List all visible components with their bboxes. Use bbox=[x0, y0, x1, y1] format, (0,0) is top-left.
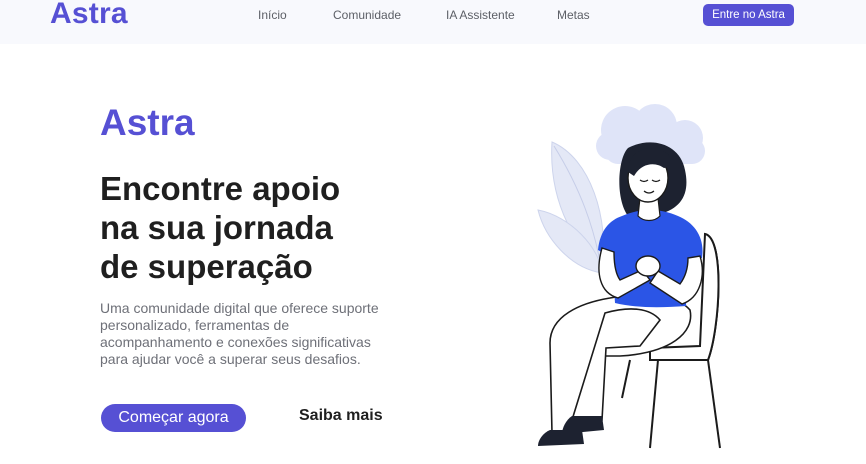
plant-leaves-icon bbox=[537, 141, 605, 275]
hero-heading-line: na sua jornada bbox=[100, 209, 333, 246]
hero-heading-line: de superação bbox=[100, 248, 313, 285]
hero-heading: Encontre apoio na sua jornada de superaç… bbox=[100, 169, 420, 286]
hero-brand-title: Astra bbox=[100, 102, 195, 143]
woman-sitting-illustration bbox=[537, 104, 721, 449]
hero-heading-line: Encontre apoio bbox=[100, 170, 341, 207]
enter-astra-button[interactable]: Entre no Astra bbox=[703, 4, 794, 26]
nav-link-metas[interactable]: Metas bbox=[557, 8, 590, 22]
learn-more-link[interactable]: Saiba mais bbox=[299, 407, 383, 425]
nav-link-comunidade[interactable]: Comunidade bbox=[333, 8, 401, 22]
start-now-button[interactable]: Começar agora bbox=[101, 404, 246, 432]
hero-description: Uma comunidade digital que oferece supor… bbox=[100, 300, 379, 367]
nav-link-ia-assistente[interactable]: IA Assistente bbox=[446, 8, 515, 22]
brand-logo[interactable]: Astra bbox=[50, 0, 128, 31]
nav-link-inicio[interactable]: Início bbox=[258, 8, 287, 22]
top-navbar: Astra Início Comunidade IA Assistente Me… bbox=[0, 0, 866, 44]
